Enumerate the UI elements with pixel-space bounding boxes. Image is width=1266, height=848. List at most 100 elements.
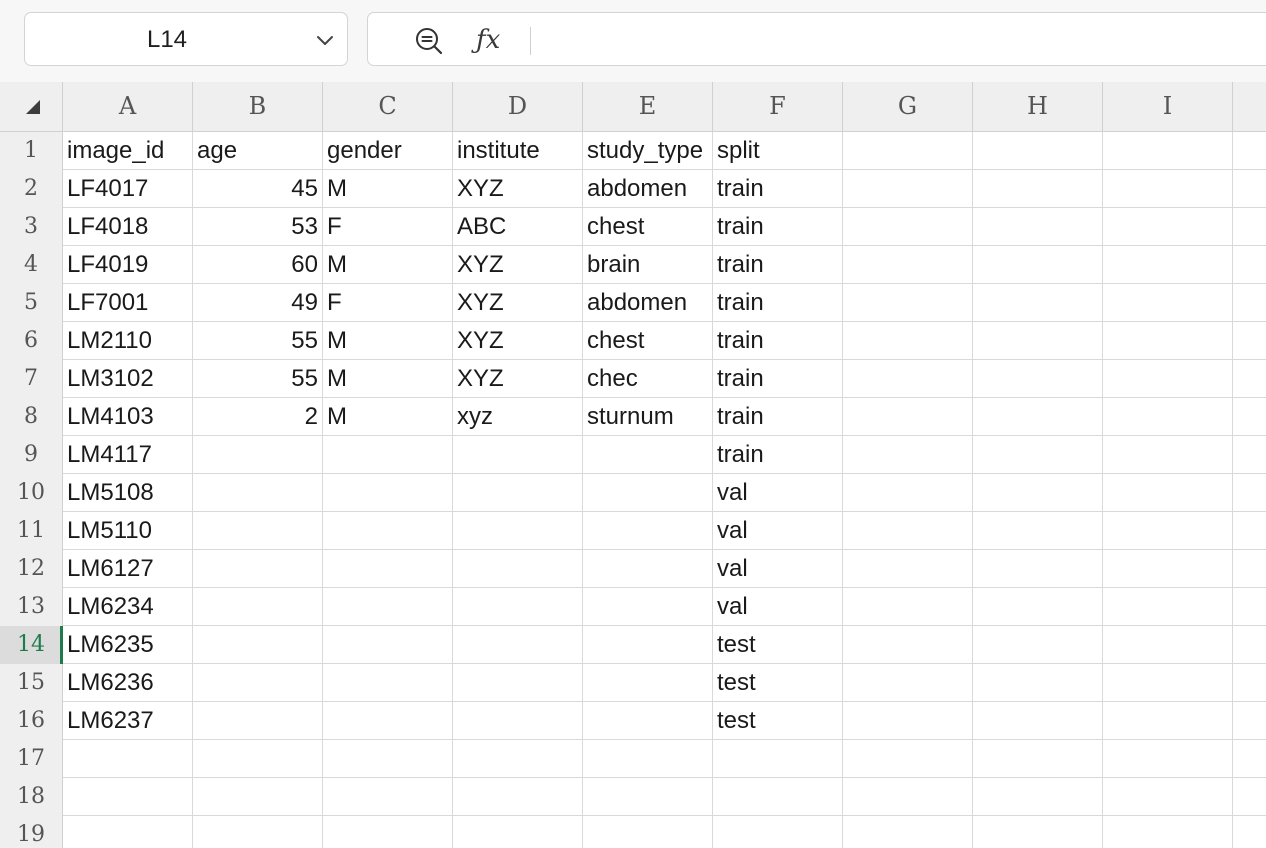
row-header-14[interactable]: 14 — [0, 626, 62, 664]
row-header-2[interactable]: 2 — [0, 170, 62, 208]
column-header-i[interactable]: I — [1103, 82, 1233, 131]
zoom-out-icon[interactable] — [414, 26, 444, 56]
column-title-cell[interactable]: age — [193, 132, 323, 169]
row-header-3[interactable]: 3 — [0, 208, 62, 246]
data-cell[interactable]: sturnum — [583, 398, 713, 435]
data-cell[interactable]: val — [713, 512, 843, 549]
data-cell[interactable]: train — [713, 246, 843, 283]
data-cell[interactable]: 53 — [193, 208, 323, 245]
row-header-16[interactable]: 16 — [0, 702, 62, 740]
data-cell[interactable]: chest — [583, 208, 713, 245]
data-cell[interactable]: train — [713, 398, 843, 435]
data-cell[interactable]: LF7001 — [63, 284, 193, 321]
data-cell[interactable]: LF4017 — [63, 170, 193, 207]
data-cell[interactable]: train — [713, 322, 843, 359]
fx-icon[interactable]: ƒx — [476, 23, 500, 57]
data-cell[interactable]: brain — [583, 246, 713, 283]
row-header-13[interactable]: 13 — [0, 588, 62, 626]
row-header-1[interactable]: 1 — [0, 132, 62, 170]
chevron-down-icon[interactable] — [315, 30, 335, 50]
data-cell[interactable]: LM2110 — [63, 322, 193, 359]
data-cell[interactable]: test — [713, 626, 843, 663]
row-header-8[interactable]: 8 — [0, 398, 62, 436]
row-header-19[interactable]: 19 — [0, 816, 62, 848]
data-cell[interactable]: F — [323, 284, 453, 321]
column-header-g[interactable]: G — [843, 82, 973, 131]
data-cell[interactable]: train — [713, 208, 843, 245]
data-cell[interactable]: LM4103 — [63, 398, 193, 435]
data-cell[interactable]: xyz — [453, 398, 583, 435]
row-header-5[interactable]: 5 — [0, 284, 62, 322]
data-cell[interactable]: ABC — [453, 208, 583, 245]
row-header-4[interactable]: 4 — [0, 246, 62, 284]
data-cell[interactable]: val — [713, 588, 843, 625]
data-cell[interactable]: 55 — [193, 322, 323, 359]
data-cell[interactable]: M — [323, 170, 453, 207]
column-header-c[interactable]: C — [323, 82, 453, 131]
data-cell[interactable]: train — [713, 284, 843, 321]
data-cell[interactable]: XYZ — [453, 170, 583, 207]
column-title-cell[interactable]: institute — [453, 132, 583, 169]
data-cell[interactable]: LM6236 — [63, 664, 193, 701]
data-cell[interactable]: M — [323, 246, 453, 283]
name-box[interactable]: L14 — [24, 12, 348, 66]
column-header-b[interactable]: B — [193, 82, 323, 131]
select-all-corner[interactable] — [0, 82, 63, 132]
data-cell[interactable]: chest — [583, 322, 713, 359]
data-cell[interactable]: LM6235 — [63, 626, 193, 663]
data-cell[interactable]: val — [713, 550, 843, 587]
column-title-cell[interactable]: study_type — [583, 132, 713, 169]
data-cell[interactable]: XYZ — [453, 246, 583, 283]
data-cell[interactable]: chec — [583, 360, 713, 397]
data-cell[interactable]: LM3102 — [63, 360, 193, 397]
data-cell[interactable]: LM5110 — [63, 512, 193, 549]
data-cell[interactable]: XYZ — [453, 284, 583, 321]
name-box-value[interactable]: L14 — [25, 13, 309, 67]
cell-grid[interactable]: image_id age gender institute study_type spli… — [63, 132, 1266, 848]
data-cell[interactable]: LM6234 — [63, 588, 193, 625]
data-cell[interactable]: LF4019 — [63, 246, 193, 283]
data-cell[interactable]: XYZ — [453, 322, 583, 359]
data-cell[interactable]: abdomen — [583, 284, 713, 321]
data-cell[interactable]: test — [713, 664, 843, 701]
select-all-triangle-icon[interactable] — [26, 100, 40, 114]
column-title-cell[interactable]: split — [713, 132, 843, 169]
row-header-7[interactable]: 7 — [0, 360, 62, 398]
row-header-18[interactable]: 18 — [0, 778, 62, 816]
column-header-f[interactable]: F — [713, 82, 843, 131]
data-cell[interactable]: LM6237 — [63, 702, 193, 739]
column-header-d[interactable]: D — [453, 82, 583, 131]
column-header-e[interactable]: E — [583, 82, 713, 131]
data-cell[interactable]: test — [713, 702, 843, 739]
data-cell[interactable]: 60 — [193, 246, 323, 283]
row-header-11[interactable]: 11 — [0, 512, 62, 550]
data-cell[interactable]: train — [713, 436, 843, 473]
data-cell[interactable]: XYZ — [453, 360, 583, 397]
data-cell[interactable]: 45 — [193, 170, 323, 207]
column-title-cell[interactable]: image_id — [63, 132, 193, 169]
row-header-17[interactable]: 17 — [0, 740, 62, 778]
formula-input[interactable] — [540, 21, 1244, 61]
row-header-12[interactable]: 12 — [0, 550, 62, 588]
data-cell[interactable]: 2 — [193, 398, 323, 435]
column-title-cell[interactable]: gender — [323, 132, 453, 169]
data-cell[interactable]: val — [713, 474, 843, 511]
data-cell[interactable]: train — [713, 170, 843, 207]
row-header-10[interactable]: 10 — [0, 474, 62, 512]
data-cell[interactable]: LM4117 — [63, 436, 193, 473]
data-cell[interactable]: LF4018 — [63, 208, 193, 245]
data-cell[interactable]: M — [323, 322, 453, 359]
data-cell[interactable]: LM6127 — [63, 550, 193, 587]
data-cell[interactable]: LM5108 — [63, 474, 193, 511]
row-header-6[interactable]: 6 — [0, 322, 62, 360]
data-cell[interactable]: abdomen — [583, 170, 713, 207]
data-cell[interactable]: 55 — [193, 360, 323, 397]
data-cell[interactable]: M — [323, 360, 453, 397]
data-cell[interactable]: 49 — [193, 284, 323, 321]
row-header-15[interactable]: 15 — [0, 664, 62, 702]
data-cell[interactable]: train — [713, 360, 843, 397]
column-header-h[interactable]: H — [973, 82, 1103, 131]
data-cell[interactable]: F — [323, 208, 453, 245]
data-cell[interactable]: M — [323, 398, 453, 435]
row-header-9[interactable]: 9 — [0, 436, 62, 474]
